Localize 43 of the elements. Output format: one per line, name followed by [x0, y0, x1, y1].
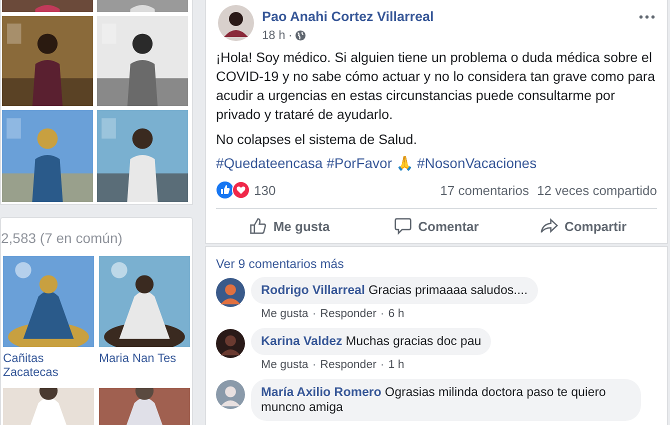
hashtag-link[interactable]: #PorFavor	[326, 155, 392, 171]
post-text: ¡Hola! Soy médico. Si alguien tiene un problema o duda médica sobre el COVID-19 y no sabe cómo actuar y no lo considera tan grave como para acudir a urgencias en estas circunstancias puede consultarme por privado y trataré de ayudarlo.	[216, 49, 656, 124]
speech-bubble-icon	[394, 217, 412, 235]
separator: ·	[288, 28, 292, 42]
commenter-name[interactable]: María Axilio Romero	[261, 385, 382, 399]
separator: ·	[380, 308, 384, 320]
like-button[interactable]: Me gusta	[216, 209, 363, 243]
avatar-icon[interactable]	[216, 278, 245, 307]
friend-count: 2,583 (7 en común)	[1, 230, 124, 246]
separator: ·	[380, 359, 384, 371]
friend-name[interactable]: Cañitas Zacatecas	[3, 351, 94, 379]
avatar-icon[interactable]	[218, 5, 254, 41]
comment-text: Karina Valdez Muchas gracias doc pau	[261, 334, 482, 348]
share-arrow-icon	[540, 217, 558, 235]
post-text: No colapses el sistema de Salud.	[216, 131, 418, 149]
globe-icon	[295, 30, 306, 40]
author-name[interactable]: Pao Anahi Cortez Villarreal	[262, 9, 434, 24]
more-icon[interactable]	[639, 15, 655, 19]
comment-text: Rodrigo Villarreal Gracias primaaaa saludos....	[261, 283, 528, 297]
comment-button[interactable]: Comentar	[363, 209, 510, 243]
reaction-count[interactable]: 130	[254, 182, 276, 198]
commenter-name[interactable]: Rodrigo Villarreal	[261, 283, 365, 297]
commenter-name[interactable]: Karina Valdez	[261, 334, 342, 348]
comment-time[interactable]: 6 h	[388, 308, 404, 320]
friend-name[interactable]: Maria Nan Tes	[99, 351, 190, 379]
comments-count[interactable]: 17 comentarios	[440, 182, 530, 198]
like-link[interactable]: Me gusta	[261, 359, 308, 371]
like-link[interactable]: Me gusta	[261, 308, 308, 320]
shares-count[interactable]: 12 veces compartido	[537, 182, 657, 198]
separator: ·	[312, 359, 316, 371]
reactions-icon[interactable]	[216, 181, 250, 199]
hashtag-link[interactable]: #Quedateencasa	[216, 155, 323, 171]
reply-link[interactable]: Responder	[320, 359, 376, 371]
comment-text: María Axilio Romero Ograsias milinda doctora paso te quiero muncno amiga	[261, 385, 606, 414]
post-time[interactable]: 18 h	[262, 28, 286, 42]
reply-link[interactable]: Responder	[320, 308, 376, 320]
separator: ·	[312, 308, 316, 320]
thumbs-up-icon	[249, 217, 268, 235]
comment-time[interactable]: 1 h	[388, 359, 404, 371]
share-button[interactable]: Compartir	[510, 209, 657, 243]
avatar-icon[interactable]	[216, 329, 245, 358]
more-comments-link[interactable]: Ver 9 comentarios más	[216, 257, 344, 271]
hashtag-link[interactable]: #NosonVacaciones	[417, 155, 537, 171]
